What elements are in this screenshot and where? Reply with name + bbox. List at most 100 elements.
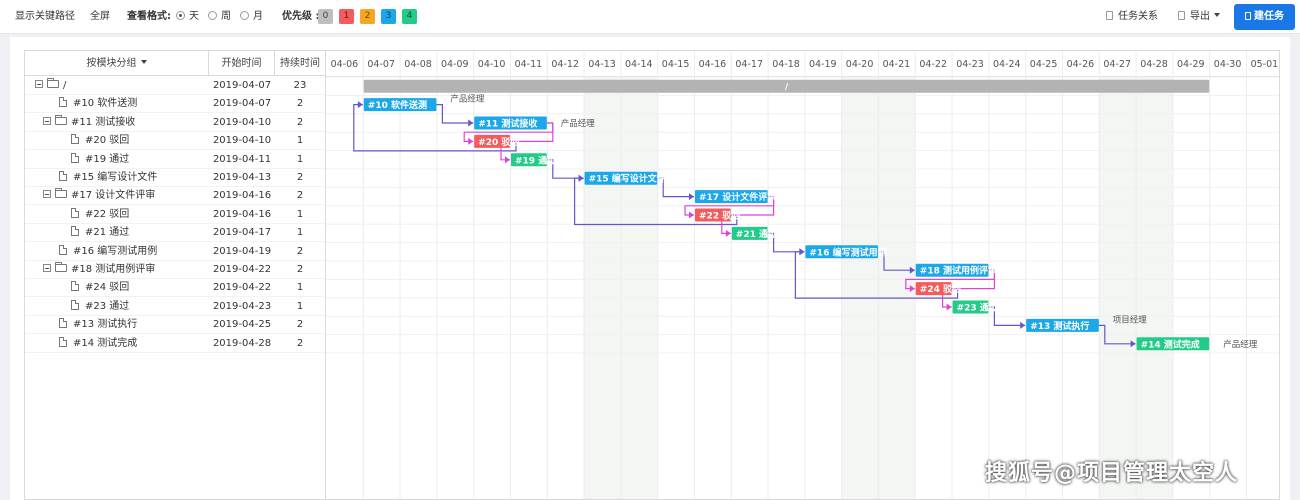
task-name-cell: #13 测试执行 (59, 316, 137, 334)
task-row[interactable]: #13 测试执行 2019-04-25 2 (25, 316, 325, 335)
collapse-icon[interactable] (43, 116, 51, 125)
view-option-month[interactable]: 月 (240, 0, 263, 34)
task-row[interactable]: #14 测试完成 2019-04-28 2 (25, 335, 325, 353)
task-row[interactable]: #18 测试用例评审 2019-04-22 2 (25, 261, 325, 279)
task-bar[interactable]: #10 软件送测 (363, 98, 437, 112)
start-date-cell: 2019-04-22 (212, 282, 272, 294)
task-row[interactable]: #20 驳回 2019-04-10 1 (25, 132, 325, 151)
view-option-week[interactable]: 周 (208, 0, 231, 34)
task-name: #22 驳回 (85, 208, 130, 220)
view-option-day[interactable]: 天 (176, 0, 199, 34)
task-bar[interactable]: #14 测试完成 (1136, 337, 1210, 351)
priority-3-button[interactable]: 3 (381, 9, 396, 24)
task-row[interactable]: #16 编写测试用例 2019-04-19 2 (25, 243, 325, 261)
task-grid: 按模块分组 开始时间 持续时间 / 2019-04-07 23 #10 软件送测 201… (24, 50, 326, 500)
critical-path-toggle[interactable]: 显示关键路径 (15, 0, 75, 34)
task-name: #18 测试用例评审 (71, 264, 156, 275)
file-icon (71, 226, 79, 237)
task-name: #10 软件送测 (73, 98, 138, 110)
column-header-start[interactable]: 开始时间 (209, 51, 275, 76)
file-icon (71, 281, 79, 292)
task-row[interactable]: / 2019-04-07 23 (25, 77, 325, 95)
priority-2-button[interactable]: 2 (360, 9, 375, 24)
task-bar[interactable]: #23 通过 (952, 300, 998, 314)
column-header-duration[interactable]: 持续时间 (275, 51, 325, 76)
task-row[interactable]: #19 通过 2019-04-11 1 (25, 151, 325, 169)
task-row[interactable]: #17 设计文件评审 2019-04-16 2 (25, 187, 325, 206)
day-label: 04-23 (956, 59, 984, 70)
day-label: 04-14 (625, 59, 653, 70)
gantt-chart: 04-06 04-07 04-08 04-09 04-10 04-11 04-12 04-13… (326, 50, 1280, 500)
task-row[interactable]: #24 驳回 2019-04-22 1 (25, 279, 325, 298)
start-date-cell: 2019-04-13 (212, 172, 272, 183)
duration-cell: 2 (296, 172, 304, 183)
collapse-icon[interactable] (43, 190, 51, 199)
task-name: #15 编写设计文件 (73, 172, 158, 183)
collapse-icon[interactable] (35, 80, 43, 88)
duration-cell: 1 (296, 300, 304, 312)
task-name-cell: #21 通过 (71, 224, 129, 242)
task-name-cell: #20 驳回 (71, 132, 129, 150)
export-dropdown[interactable]: 导出 (1178, 0, 1220, 34)
task-bar-label: #16 编写测试用例 (809, 246, 886, 258)
priority-1-button[interactable]: 1 (339, 9, 354, 24)
task-bar[interactable]: #16 编写测试用例 (805, 245, 887, 259)
task-bar[interactable]: / (363, 79, 1210, 93)
day-label: 04-22 (919, 59, 947, 70)
link-arrow-icon (725, 229, 731, 237)
task-row[interactable]: #10 软件送测 2019-04-07 2 (25, 95, 325, 114)
duration-cell: 2 (296, 245, 304, 257)
start-date-cell: 2019-04-16 (212, 190, 272, 202)
weekend-column (841, 76, 878, 499)
priority-0-button[interactable]: 0 (318, 9, 333, 24)
task-row[interactable]: #11 测试接收 2019-04-10 2 (25, 114, 325, 132)
start-date-cell: 2019-04-22 (212, 264, 272, 275)
fullscreen-button[interactable]: 全屏 (90, 0, 110, 34)
watermark: 搜狐号@项目管理太空人 (985, 461, 1239, 486)
task-bar[interactable]: #15 编写设计文件 (584, 171, 666, 185)
task-bar[interactable]: #24 驳回 (915, 282, 961, 296)
task-bar-label: #22 驳回 (699, 210, 740, 222)
task-name-cell: #19 通过 (71, 151, 129, 169)
task-name-cell: #15 编写设计文件 (59, 169, 157, 187)
task-bar[interactable]: #18 测试用例评审 (915, 263, 997, 277)
task-row[interactable]: #21 通过 2019-04-17 1 (25, 224, 325, 243)
task-relation-toggle[interactable]: 任务关系 (1106, 0, 1158, 34)
day-label: 04-11 (515, 59, 543, 70)
file-icon (59, 336, 67, 347)
task-bar[interactable]: #11 测试接收 (474, 116, 547, 130)
task-name-cell: #23 通过 (71, 298, 129, 316)
task-row[interactable]: #15 编写设计文件 2019-04-13 2 (25, 169, 325, 187)
duration-cell: 23 (293, 80, 307, 91)
task-row[interactable]: #23 通过 2019-04-23 1 (25, 298, 325, 316)
link-arrow-icon (505, 156, 510, 164)
duration-cell: 1 (296, 135, 304, 147)
collapse-icon[interactable] (43, 264, 51, 272)
task-name: #17 设计文件评审 (71, 190, 156, 202)
task-name: #20 驳回 (85, 135, 130, 147)
task-bar-label: #19 通过 (515, 154, 556, 166)
start-date-cell: 2019-04-10 (212, 135, 272, 147)
radio-icon (240, 11, 249, 20)
task-bar[interactable]: #21 通过 (731, 226, 777, 240)
task-row[interactable]: #22 驳回 2019-04-16 1 (25, 206, 325, 224)
assignee-label: 产品经理 (561, 118, 596, 129)
task-bar[interactable]: #13 测试执行 (1026, 318, 1099, 332)
link-arrow-icon (799, 248, 805, 256)
start-date-cell: 2019-04-10 (212, 116, 272, 128)
column-header-group[interactable]: 按模块分组 (25, 51, 209, 76)
task-bar[interactable]: #20 驳回 (474, 134, 519, 148)
task-name: #11 测试接收 (71, 116, 136, 128)
day-label: 04-09 (441, 59, 469, 70)
task-bar[interactable]: #22 驳回 (695, 208, 740, 222)
file-icon (71, 207, 79, 218)
task-bar[interactable]: #17 设计文件评审 (695, 190, 776, 204)
start-date-cell: 2019-04-28 (212, 337, 272, 349)
task-bar[interactable]: #19 通过 (511, 153, 556, 167)
new-task-button[interactable]: 建任务 (1234, 4, 1295, 30)
day-label: 04-07 (367, 59, 395, 70)
task-bar-label: #10 软件送测 (368, 99, 427, 111)
file-icon (59, 97, 67, 108)
priority-4-button[interactable]: 4 (402, 9, 417, 24)
start-date-cell: 2019-04-07 (212, 80, 272, 91)
